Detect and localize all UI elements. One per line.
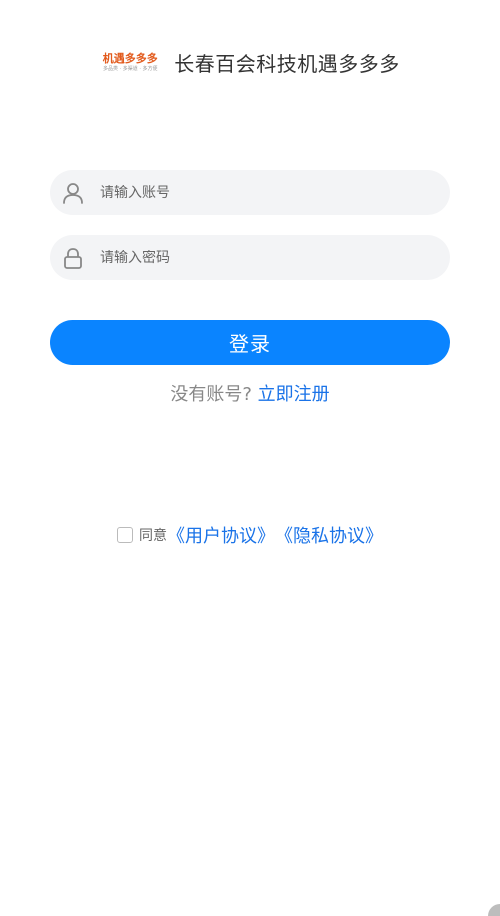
agree-label: 同意 xyxy=(139,528,167,544)
register-row: 没有账号? 立即注册 xyxy=(0,380,500,406)
logo-tagline: 多品类 · 多渠道 · 多方便 xyxy=(102,65,158,72)
account-field[interactable] xyxy=(50,170,450,215)
agree-checkbox[interactable] xyxy=(117,527,133,543)
password-field[interactable] xyxy=(50,235,450,280)
login-page: 机遇多多多 多品类 · 多渠道 · 多方便 长春百会科技机遇多多多 登录 没有账… xyxy=(0,0,500,916)
app-title: 长春百会科技机遇多多多 xyxy=(174,51,400,76)
logo-text: 机遇多多多 xyxy=(102,51,158,65)
user-icon xyxy=(61,181,85,205)
register-link[interactable]: 立即注册 xyxy=(258,384,330,405)
app-header: 机遇多多多 多品类 · 多渠道 · 多方便 长春百会科技机遇多多多 xyxy=(0,40,500,84)
login-button[interactable]: 登录 xyxy=(50,320,450,365)
register-question: 没有账号? xyxy=(170,384,252,405)
agreement-row: 同意 《用户协议》 《隐私协议》 xyxy=(0,522,500,548)
privacy-policy-link[interactable]: 《隐私协议》 xyxy=(275,522,383,548)
window-corner xyxy=(488,904,500,916)
lock-icon xyxy=(61,246,85,270)
user-agreement-link[interactable]: 《用户协议》 xyxy=(167,522,275,548)
app-logo: 机遇多多多 多品类 · 多渠道 · 多方便 xyxy=(100,42,160,82)
account-input[interactable] xyxy=(100,184,420,201)
password-input[interactable] xyxy=(100,249,420,266)
